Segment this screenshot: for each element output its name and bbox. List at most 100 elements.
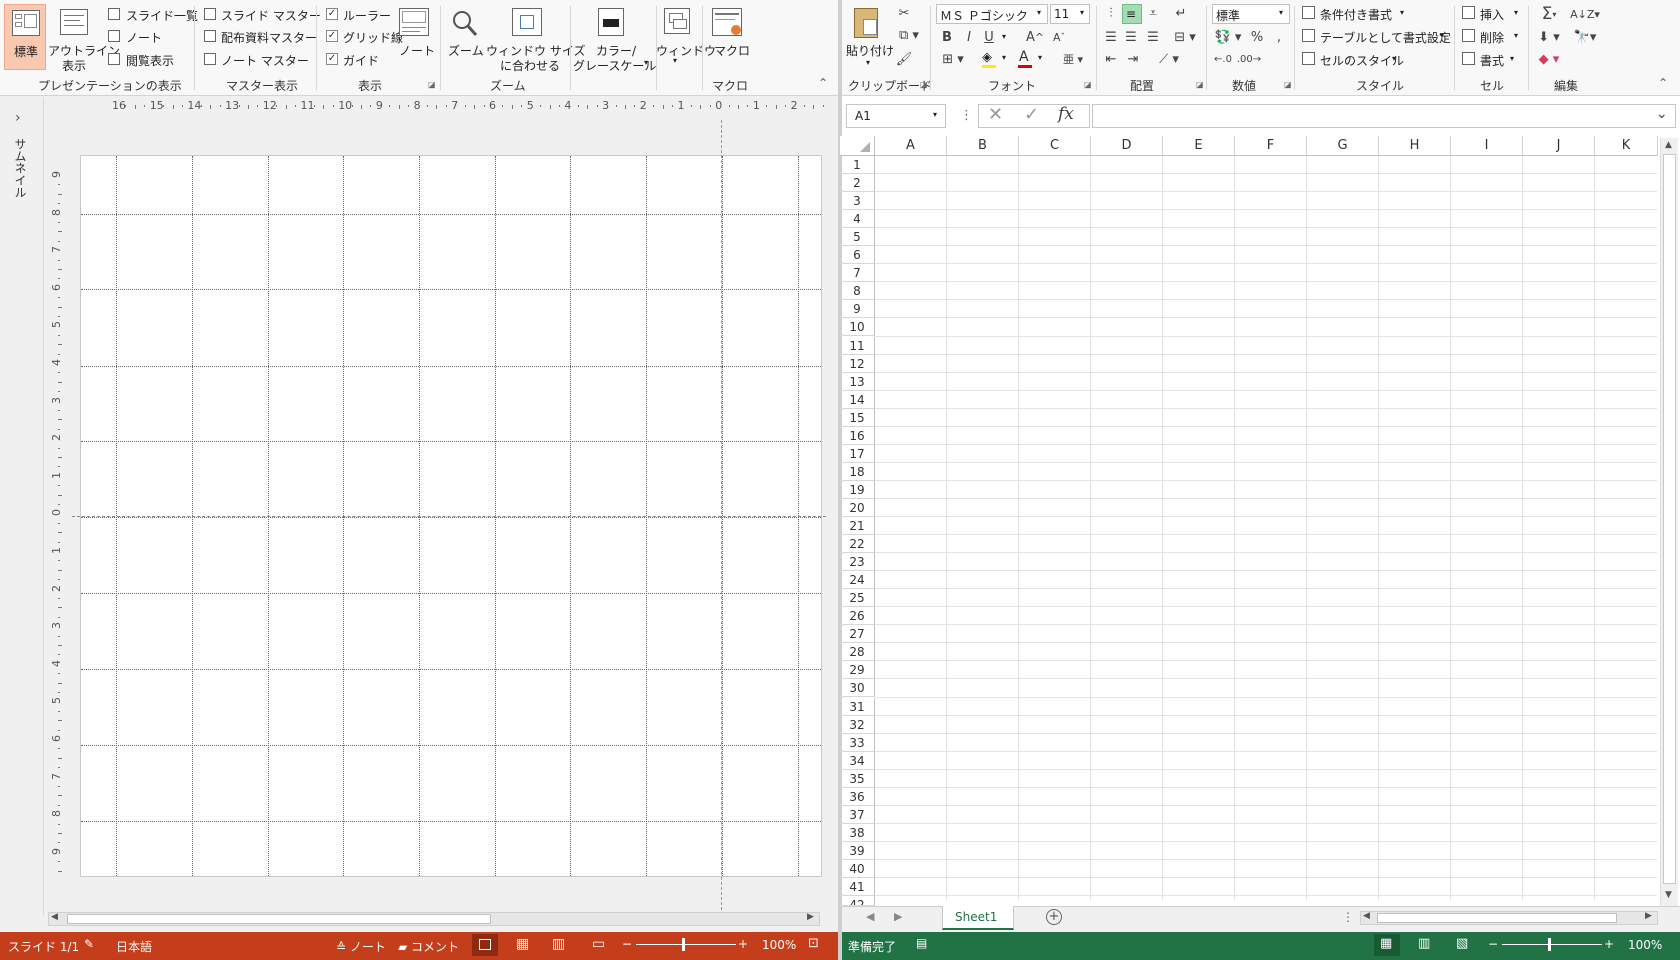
expand-formula-icon[interactable]: ⌄ bbox=[1656, 106, 1668, 122]
excel-zoom-out-icon[interactable]: − bbox=[1488, 937, 1498, 951]
underline-chevron-icon[interactable]: ▾ bbox=[1002, 32, 1006, 41]
row-header-25[interactable]: 25 bbox=[840, 589, 875, 608]
row-header-7[interactable]: 7 bbox=[840, 264, 875, 283]
row-header-4[interactable]: 4 bbox=[840, 210, 875, 229]
align-top-icon[interactable]: ⫶ bbox=[1102, 4, 1120, 22]
notes-page-button[interactable]: ノート bbox=[108, 28, 168, 46]
increase-decimal-icon[interactable]: ←.0 bbox=[1212, 50, 1234, 68]
excel-zoom-level[interactable]: 100% bbox=[1628, 938, 1662, 952]
find-select-icon[interactable]: 🔭▾ bbox=[1570, 28, 1600, 46]
ppt-zoom-level[interactable]: 100% bbox=[762, 938, 796, 952]
row-header-20[interactable]: 20 bbox=[840, 498, 875, 517]
sheet-split-icon[interactable]: ⋮ bbox=[1342, 910, 1354, 924]
notes-status-button[interactable]: ≙ ノート bbox=[336, 938, 386, 955]
row-header-33[interactable]: 33 bbox=[840, 733, 875, 752]
fill-icon[interactable]: ⬇ ▾ bbox=[1534, 28, 1564, 46]
comma-style-button[interactable]: , bbox=[1270, 28, 1288, 46]
normal-status-button[interactable] bbox=[472, 934, 498, 956]
italic-button[interactable]: I bbox=[960, 28, 978, 46]
row-header-26[interactable]: 26 bbox=[840, 607, 875, 626]
grid-area[interactable] bbox=[842, 136, 1658, 906]
column-header-d[interactable]: D bbox=[1091, 136, 1163, 156]
macro-record-icon[interactable]: ▤ bbox=[916, 936, 927, 950]
handout-master-button[interactable]: 配布資料マスター bbox=[204, 28, 317, 46]
column-header-a[interactable]: A bbox=[875, 136, 947, 156]
number-format-select[interactable]: 標準 ▾ bbox=[1212, 4, 1290, 24]
excel-h-scroll-right-icon[interactable]: ▶ bbox=[1645, 911, 1652, 921]
row-header-1[interactable]: 1 bbox=[840, 156, 875, 175]
column-header-k[interactable]: K bbox=[1595, 136, 1658, 156]
language[interactable]: 日本語 bbox=[116, 938, 152, 955]
phonetic-icon[interactable]: 亜 ▾ bbox=[1058, 50, 1088, 68]
delete-cells-button[interactable]: 削除 ▾ bbox=[1460, 28, 1522, 46]
column-header-g[interactable]: G bbox=[1307, 136, 1379, 156]
excel-v-scroll-up-icon[interactable]: ▲ bbox=[1665, 140, 1672, 150]
reading-status-icon[interactable]: ▥ bbox=[552, 936, 565, 952]
excel-h-scrollbar[interactable]: ◀ ▶ bbox=[1360, 911, 1658, 925]
excel-v-scrollbar[interactable]: ▲ ▼ bbox=[1660, 138, 1678, 906]
row-header-41[interactable]: 41 bbox=[840, 878, 875, 897]
font-launcher-icon[interactable]: ◪ bbox=[1084, 80, 1092, 89]
row-header-29[interactable]: 29 bbox=[840, 661, 875, 680]
wrap-text-icon[interactable]: ↵ bbox=[1172, 4, 1190, 22]
zoom-in-icon[interactable]: + bbox=[738, 937, 748, 951]
select-all-corner[interactable] bbox=[840, 136, 875, 156]
zoom-out-icon[interactable]: − bbox=[622, 937, 632, 951]
normal-page-button[interactable]: ▦ bbox=[1374, 934, 1400, 956]
formula-input[interactable] bbox=[1092, 104, 1676, 128]
orientation-icon[interactable]: ⟋ ▾ bbox=[1154, 50, 1184, 68]
column-header-c[interactable]: C bbox=[1019, 136, 1091, 156]
row-header-2[interactable]: 2 bbox=[840, 174, 875, 193]
column-header-f[interactable]: F bbox=[1235, 136, 1307, 156]
row-header-38[interactable]: 38 bbox=[840, 823, 875, 842]
excel-collapse-ribbon-icon[interactable]: ⌃ bbox=[1658, 76, 1668, 90]
percent-button[interactable]: % bbox=[1248, 28, 1266, 46]
formula-options-icon[interactable]: ⋮ bbox=[960, 108, 973, 123]
increase-font-icon[interactable]: A ^ bbox=[1026, 28, 1044, 46]
paste-button[interactable]: 貼り付け ▾ bbox=[846, 4, 894, 70]
row-header-36[interactable]: 36 bbox=[840, 787, 875, 806]
excel-zoom-in-icon[interactable]: + bbox=[1604, 937, 1614, 951]
font-name-select[interactable]: ＭＳ Ｐゴシック ▾ bbox=[936, 4, 1048, 24]
decrease-font-icon[interactable]: Aˇ bbox=[1050, 28, 1068, 46]
align-center-icon[interactable]: ☰ bbox=[1122, 28, 1140, 46]
row-header-8[interactable]: 8 bbox=[840, 282, 875, 301]
row-header-32[interactable]: 32 bbox=[840, 715, 875, 734]
borders-icon[interactable]: ⊞ ▾ bbox=[938, 50, 968, 68]
insert-function-button[interactable]: fx bbox=[1058, 104, 1074, 124]
format-as-table-button[interactable]: テーブルとして書式設定 ▾ bbox=[1300, 28, 1451, 46]
align-right-icon[interactable]: ☰ bbox=[1144, 28, 1162, 46]
row-header-18[interactable]: 18 bbox=[840, 462, 875, 481]
number-launcher-icon[interactable]: ◪ bbox=[1284, 80, 1292, 89]
column-header-e[interactable]: E bbox=[1163, 136, 1235, 156]
row-header-31[interactable]: 31 bbox=[840, 697, 875, 716]
name-box[interactable]: A1 ▾ bbox=[846, 104, 946, 128]
row-header-42[interactable]: 42 bbox=[840, 896, 875, 906]
excel-v-scroll-thumb[interactable] bbox=[1663, 154, 1676, 884]
accounting-format-icon[interactable]: 💱 ▾ bbox=[1212, 28, 1244, 46]
row-header-37[interactable]: 37 bbox=[840, 805, 875, 824]
excel-h-scroll-thumb[interactable] bbox=[1377, 913, 1617, 923]
merge-center-icon[interactable]: ⊟ ▾ bbox=[1170, 28, 1200, 46]
column-header-b[interactable]: B bbox=[947, 136, 1019, 156]
excel-zoom-slider[interactable] bbox=[1502, 944, 1602, 945]
sheet-tab-sheet1[interactable]: Sheet1 bbox=[942, 906, 1014, 930]
row-header-35[interactable]: 35 bbox=[840, 769, 875, 788]
cancel-entry-icon[interactable]: ✕ bbox=[988, 104, 1003, 125]
sort-filter-icon[interactable]: A↓Z▾ bbox=[1570, 4, 1600, 24]
clipboard-launcher-icon[interactable]: ◪ bbox=[920, 80, 928, 89]
page-break-icon[interactable]: ▧ bbox=[1456, 936, 1468, 951]
row-header-19[interactable]: 19 bbox=[840, 480, 875, 499]
excel-h-scroll-left-icon[interactable]: ◀ bbox=[1363, 911, 1370, 921]
column-header-h[interactable]: H bbox=[1379, 136, 1451, 156]
row-header-22[interactable]: 22 bbox=[840, 535, 875, 554]
column-header-i[interactable]: I bbox=[1451, 136, 1523, 156]
prev-sheet-icon[interactable]: ◀ bbox=[866, 910, 874, 923]
alignment-launcher-icon[interactable]: ◪ bbox=[1196, 80, 1204, 89]
decrease-decimal-icon[interactable]: .00→ bbox=[1237, 50, 1261, 68]
show-dialog-launcher-icon[interactable]: ◪ bbox=[428, 80, 436, 89]
font-color-button[interactable]: A ▾ bbox=[1016, 49, 1048, 68]
row-header-5[interactable]: 5 bbox=[840, 228, 875, 247]
format-painter-icon[interactable]: 🖌 bbox=[894, 50, 914, 68]
row-header-16[interactable]: 16 bbox=[840, 426, 875, 445]
